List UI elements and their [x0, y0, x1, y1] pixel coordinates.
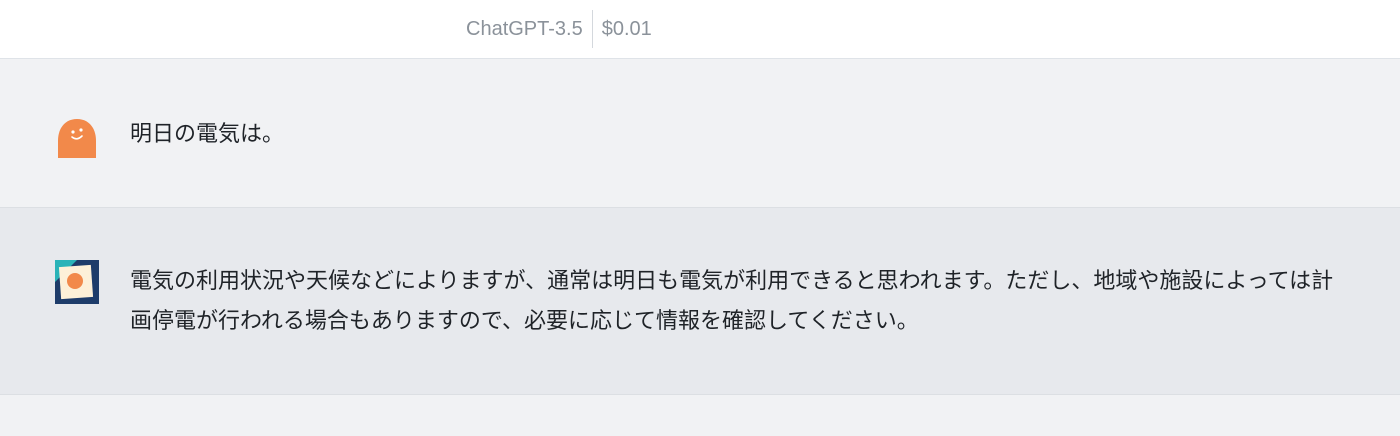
cost-label: $0.01 — [601, 17, 652, 40]
orange-blob-avatar-icon — [55, 114, 99, 158]
assistant-message-text: 電気の利用状況や天候などによりますが、通常は明日も電気が利用できると思われます。… — [130, 269, 1334, 334]
user-message: 明日の電気は。 — [0, 59, 1400, 208]
orange-dot-card-avatar-icon — [55, 260, 99, 304]
top-bar: ChatGPT-3.5 $0.01 — [0, 0, 1400, 59]
user-message-text: 明日の電気は。 — [130, 122, 285, 147]
empty-chat-area — [0, 395, 1400, 436]
model-name[interactable]: ChatGPT-3.5 — [466, 18, 592, 41]
model-info: ChatGPT-3.5 $0.01 — [466, 10, 652, 48]
assistant-message: 電気の利用状況や天候などによりますが、通常は明日も電気が利用できると思われます。… — [0, 208, 1400, 395]
